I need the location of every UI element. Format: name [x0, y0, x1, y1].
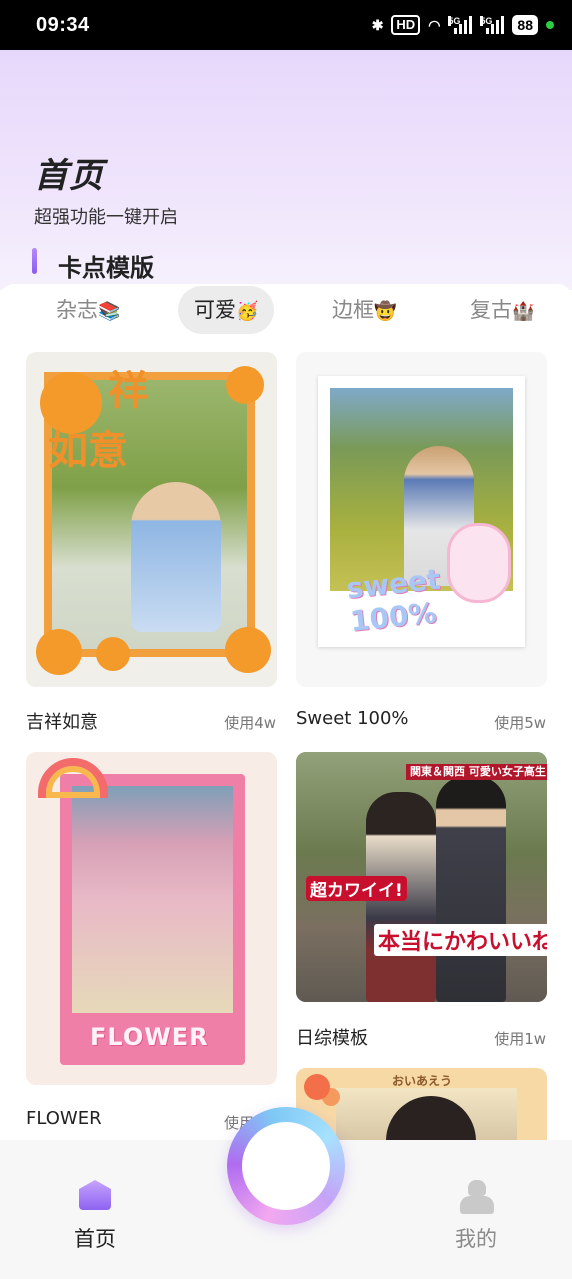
header: 首页 超强功能一键开启 卡点模版 [0, 50, 572, 290]
tab-border[interactable]: 边框🤠 [316, 286, 412, 334]
nav-home-label: 首页 [74, 1227, 116, 1251]
tab-label: 可爱 [194, 298, 236, 322]
battery-indicator: 88 [512, 15, 538, 35]
tab-label: 边框 [332, 298, 374, 322]
thumbnail-text: FLOWER [90, 1023, 209, 1051]
template-card-jixiang[interactable]: 祥 如意 [26, 352, 277, 687]
template-thumbnail: FLOWER [26, 752, 277, 1085]
template-name: FLOWER [26, 1108, 102, 1129]
tab-label: 杂志 [56, 298, 98, 322]
status-bar: 09:34 ✱ HD ◠ 5G 5G 88 [0, 0, 572, 50]
template-usage: 使用4w [224, 714, 276, 732]
hd-badge: HD [391, 15, 421, 35]
castle-icon: 🏰 [512, 301, 535, 322]
home-icon [79, 1180, 111, 1210]
template-card-japanese-variety[interactable]: 関東＆関西 可愛い女子高生 超カワイイ! 本当にかわいいね! [296, 752, 547, 1002]
thumbnail-text: 関東＆関西 可愛い女子高生 [406, 764, 547, 780]
template-thumbnail: おいあえう [296, 1068, 547, 1140]
orange-sticker [36, 629, 82, 675]
template-thumbnail: 関東＆関西 可愛い女子高生 超カワイイ! 本当にかわいいね! [296, 752, 547, 1002]
page-subtitle: 超强功能一键开启 [34, 207, 178, 228]
party-face-icon: 🥳 [236, 301, 259, 322]
page-title: 首页 [34, 156, 104, 196]
template-thumbnail: 祥 如意 [26, 352, 277, 687]
thumbnail-figure [131, 482, 221, 632]
nav-home[interactable]: 首页 [35, 1140, 155, 1279]
orange-sticker [96, 637, 130, 671]
nav-profile-label: 我的 [455, 1227, 497, 1251]
nav-profile[interactable]: 我的 [416, 1140, 536, 1279]
template-name: 吉祥如意 [26, 712, 98, 733]
section-marker [32, 248, 37, 274]
user-icon [460, 1180, 494, 1214]
signal-icon-2: 5G [480, 16, 505, 34]
tab-label: 复古 [470, 298, 512, 322]
template-card-cat[interactable]: おいあえう [296, 1068, 547, 1140]
create-ring-icon[interactable] [227, 1107, 345, 1225]
tab-magazine[interactable]: 杂志📚 [40, 286, 136, 334]
thumbnail-figure [436, 776, 506, 1002]
pink-frame: FLOWER [60, 774, 245, 1065]
status-icons: ✱ HD ◠ 5G 5G 88 [372, 15, 554, 35]
tab-cute[interactable]: 可爱🥳 [178, 286, 275, 334]
template-name: Sweet 100% [296, 708, 409, 729]
thumbnail-text: 本当にかわいいね! [374, 924, 547, 956]
signal-icon-1: 5G [448, 16, 473, 34]
template-thumbnail: sweet 100% [296, 352, 547, 687]
cowboy-icon: 🤠 [374, 301, 397, 322]
template-usage: 使用5w [494, 714, 546, 732]
privacy-dot-icon [546, 21, 554, 29]
template-card-sweet[interactable]: sweet 100% [296, 352, 547, 687]
thumbnail-scene [72, 786, 233, 1013]
section-title: 卡点模版 [58, 254, 154, 282]
bluetooth-icon: ✱ [371, 16, 384, 33]
thumbnail-text: おいあえう [392, 1074, 453, 1088]
rainbow-sticker [38, 758, 108, 798]
status-time: 09:34 [36, 13, 90, 36]
tab-retro[interactable]: 复古🏰 [454, 286, 550, 334]
template-card-flower[interactable]: FLOWER [26, 752, 277, 1085]
thumbnail-text: 如意 [48, 427, 128, 474]
thumbnail-text: 祥 [108, 367, 148, 414]
flower-sticker [304, 1074, 330, 1100]
category-tabs: 杂志📚 可爱🥳 边框🤠 复古🏰 [0, 284, 572, 338]
orange-sticker [226, 366, 264, 404]
books-icon: 📚 [98, 301, 121, 322]
thumbnail-text: 超カワイイ! [306, 876, 407, 901]
template-name: 日综模板 [296, 1028, 368, 1049]
wifi-icon: ◠ [428, 16, 441, 33]
template-usage: 使用1w [494, 1030, 546, 1048]
polaroid-frame: sweet 100% [318, 376, 525, 647]
orange-sticker [225, 627, 271, 673]
